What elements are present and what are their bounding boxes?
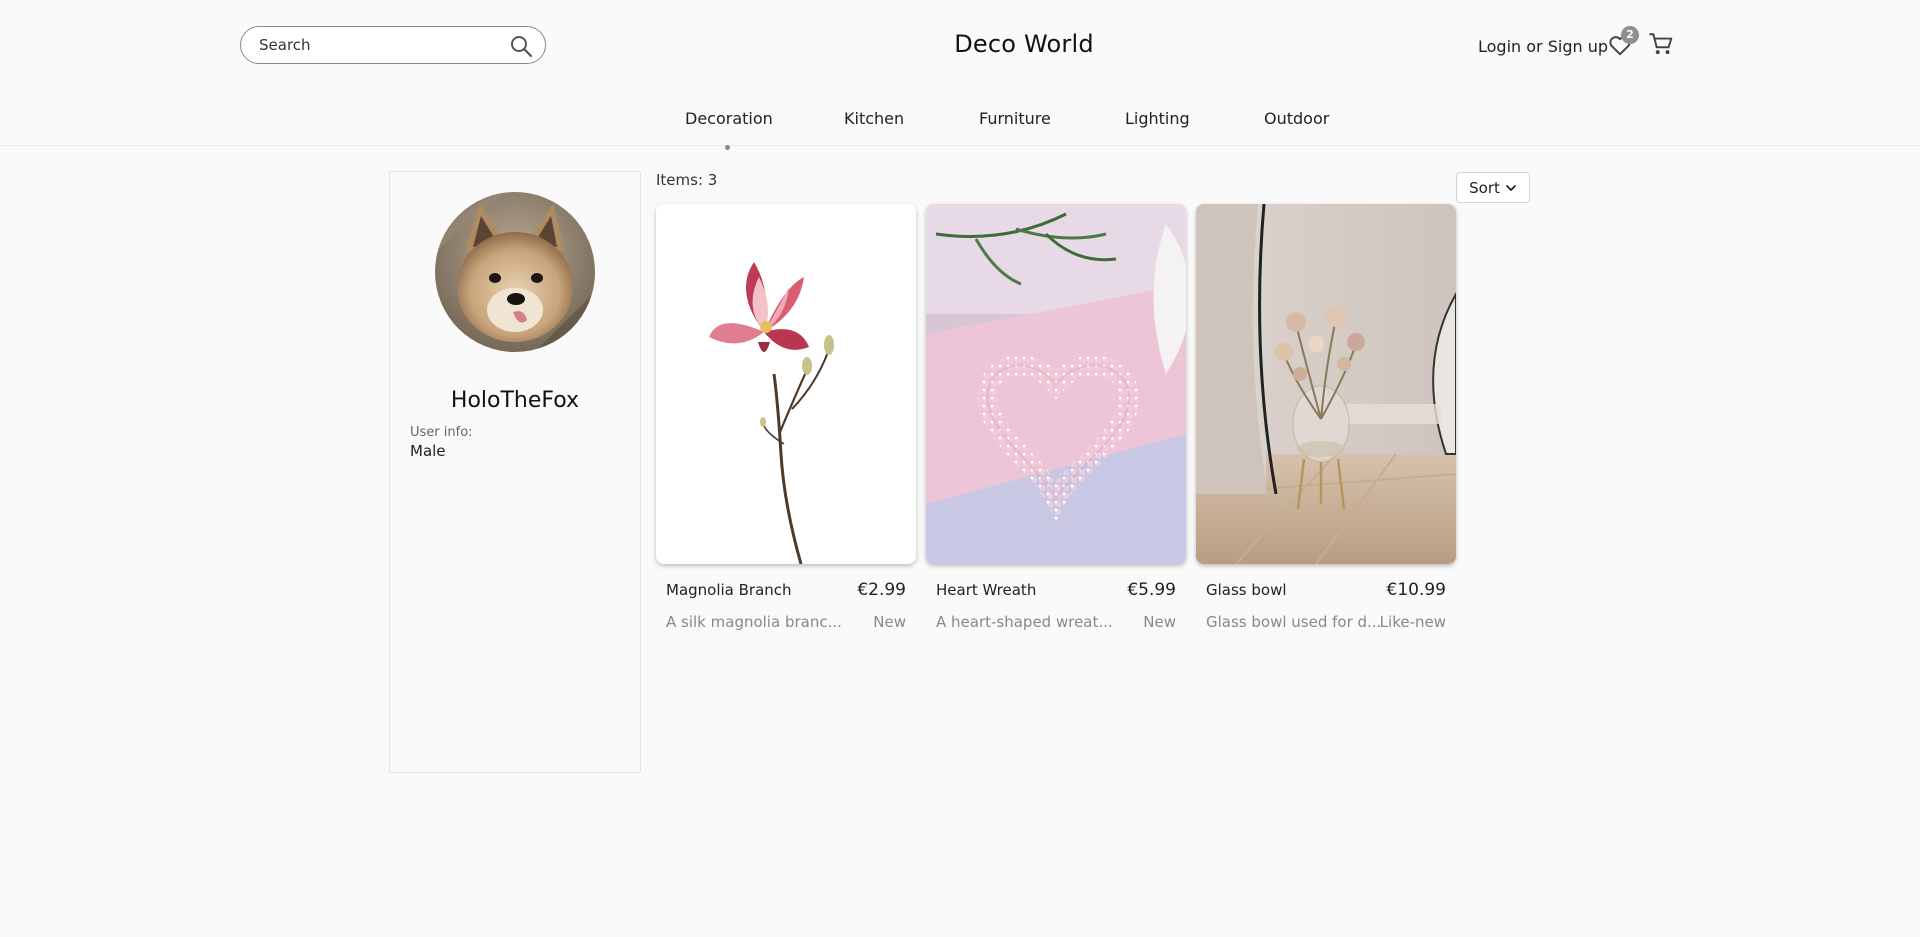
fox-avatar-image [435, 192, 595, 352]
glass-bowl-image [1196, 204, 1456, 564]
product-condition: New [873, 613, 906, 631]
sort-button[interactable]: Sort [1456, 172, 1530, 203]
account-links: Login or Sign up [1478, 37, 1608, 56]
magnolia-branch-image [656, 204, 916, 564]
chevron-down-icon [1505, 184, 1516, 191]
wishlist-button[interactable]: 2 [1607, 26, 1639, 58]
product-description: A heart-shaped wreat... [936, 613, 1113, 631]
nav-kitchen[interactable]: Kitchen [844, 109, 904, 128]
cart-icon [1649, 33, 1673, 55]
product-card[interactable]: Magnolia Branch €2.99 A silk magnolia br… [656, 204, 916, 644]
product-card[interactable]: Glass bowl €10.99 Glass bowl used for d.… [1196, 204, 1456, 644]
product-price: €10.99 [1386, 580, 1446, 600]
user-info-value: Male [410, 442, 446, 460]
product-image[interactable] [1196, 204, 1456, 564]
profile-card: HoloTheFox User info: Male [389, 171, 641, 773]
product-name: Heart Wreath [936, 581, 1037, 599]
category-nav: Decoration Kitchen Furniture Lighting Ou… [0, 109, 1920, 150]
product-description: Glass bowl used for d... [1206, 613, 1382, 631]
signup-link[interactable]: Sign up [1548, 37, 1608, 56]
profile-username: HoloTheFox [450, 388, 580, 413]
avatar [435, 192, 595, 352]
product-image[interactable] [926, 204, 1186, 564]
cart-button[interactable] [1648, 31, 1674, 57]
login-link[interactable]: Login [1478, 37, 1521, 56]
product-name: Magnolia Branch [666, 581, 792, 599]
product-card[interactable]: Heart Wreath €5.99 A heart-shaped wreat.… [926, 204, 1186, 644]
product-name: Glass bowl [1206, 581, 1287, 599]
wishlist-count-badge: 2 [1621, 26, 1639, 44]
product-price: €2.99 [857, 580, 906, 600]
nav-furniture[interactable]: Furniture [979, 109, 1051, 128]
site-header: Deco World Login or Sign up 2 Decoration… [0, 0, 1920, 150]
nav-outdoor[interactable]: Outdoor [1264, 109, 1329, 128]
sort-label: Sort [1469, 178, 1500, 197]
product-image[interactable] [656, 204, 916, 564]
nav-decoration[interactable]: Decoration [685, 109, 773, 128]
item-count: Items: 3 [656, 171, 718, 189]
heart-wreath-image [926, 204, 1186, 564]
product-condition: Like-new [1379, 613, 1446, 631]
or-text: or [1526, 37, 1543, 56]
active-nav-indicator [725, 145, 730, 150]
product-price: €5.99 [1127, 580, 1176, 600]
product-condition: New [1143, 613, 1176, 631]
nav-lighting[interactable]: Lighting [1125, 109, 1190, 128]
product-description: A silk magnolia branc... [666, 613, 842, 631]
user-info-label: User info: [410, 425, 473, 440]
